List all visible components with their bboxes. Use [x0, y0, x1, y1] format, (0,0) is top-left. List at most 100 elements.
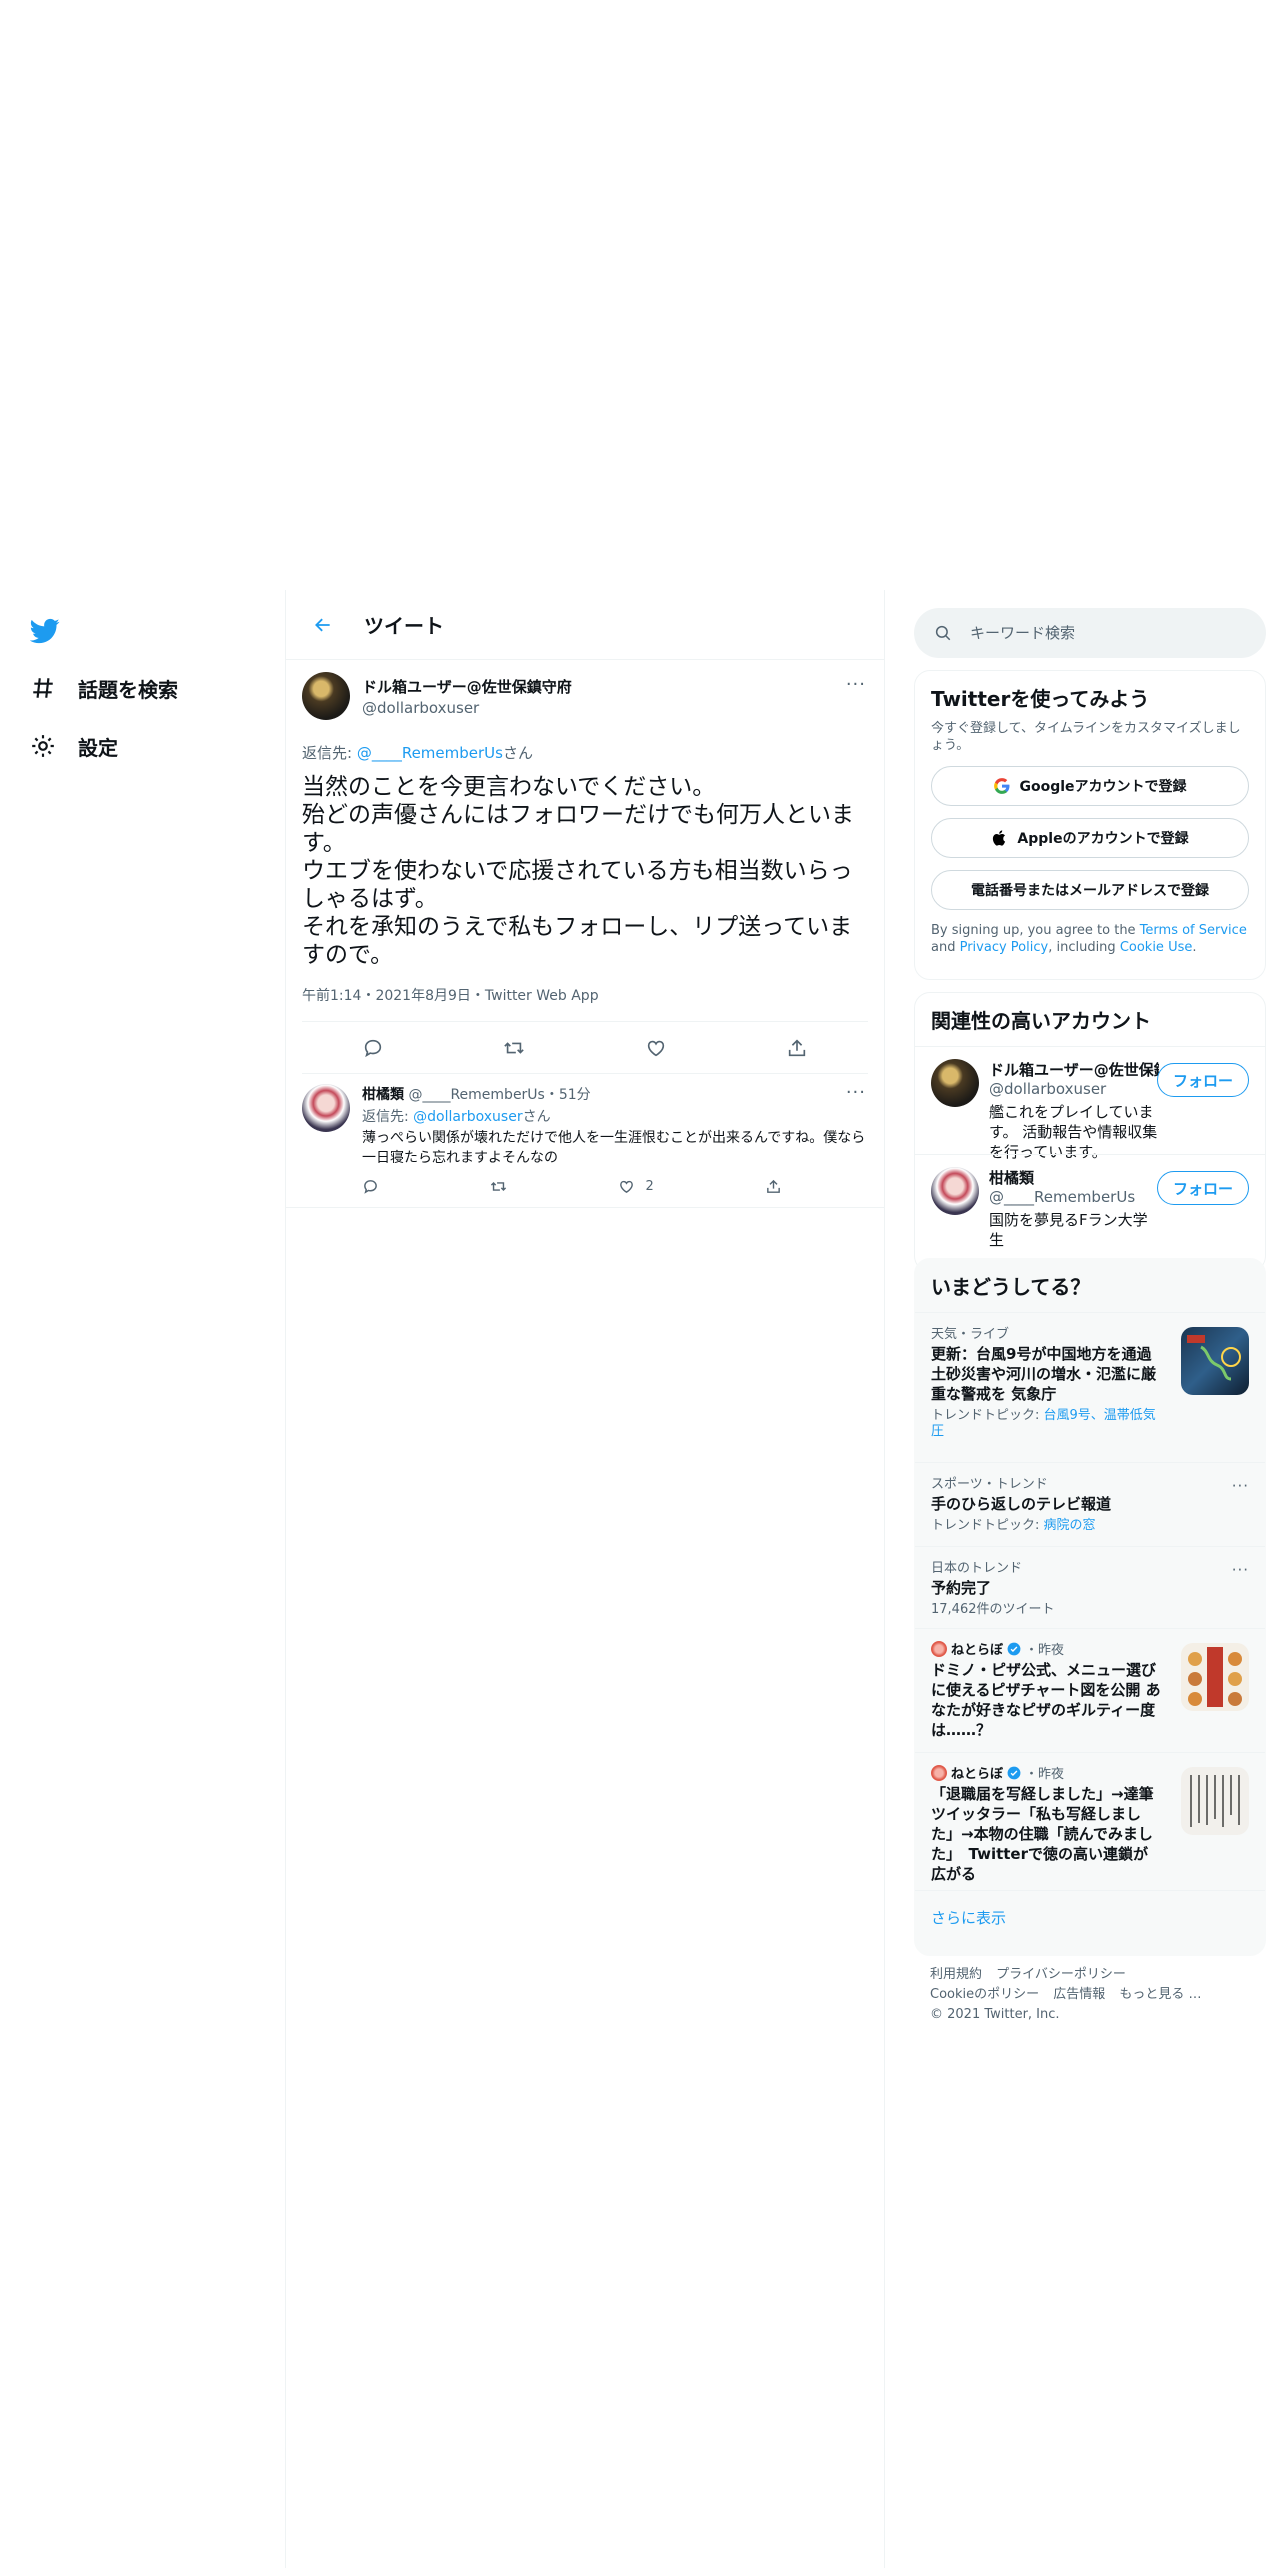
trend-meta: 日本のトレンド: [931, 1561, 1023, 1576]
more-options-icon[interactable]: ···: [846, 1082, 866, 1103]
author-name[interactable]: ドル箱ユーザー@佐世保鎮守府: [362, 676, 572, 697]
retweet-icon: [491, 1181, 507, 1192]
phone-email-signup-button[interactable]: 電話番号またはメールアドレスで登録: [931, 870, 1249, 910]
privacy-policy-link[interactable]: Privacy Policy: [960, 940, 1049, 955]
reply-to-handle-link[interactable]: @____RememberUs: [357, 744, 503, 762]
nav-explore[interactable]: 話題を検索: [30, 668, 178, 708]
trend-title: 更新：台風9号が中国地方を通過 土砂災害や河川の増水・氾濫に厳重な警戒を 気象庁: [931, 1345, 1157, 1403]
account-handle[interactable]: @dollarboxuser: [989, 1080, 1159, 1098]
reply-author-handle-time[interactable]: @____RememberUs・51分: [408, 1087, 590, 1103]
show-more-link[interactable]: さらに表示: [915, 1890, 1265, 1944]
avatar[interactable]: [931, 1059, 979, 1107]
news-image-pizza-chart: [1181, 1643, 1249, 1711]
footer-copyright: © 2021 Twitter, Inc.: [930, 2007, 1060, 2022]
share-button[interactable]: [765, 1178, 782, 1195]
retweet-button[interactable]: [503, 1037, 525, 1059]
show-more-label[interactable]: さらに表示: [931, 1909, 1006, 1927]
more-options-icon[interactable]: ···: [846, 674, 866, 695]
terms-text-2: and: [931, 940, 960, 955]
apple-signup-button[interactable]: Appleのアカウントで登録: [931, 818, 1249, 858]
related-accounts-card: 関連性の高いアカウント ドル箱ユーザー@佐世保鎮守府 @dollarboxuse…: [914, 992, 1266, 1272]
trend-image-weather-map: [1181, 1327, 1249, 1395]
tweet-timestamp[interactable]: 午前1:14・2021年8月9日・Twitter Web App: [302, 985, 868, 1022]
terms-of-service-link[interactable]: Terms of Service: [1140, 923, 1247, 938]
follow-button[interactable]: フォロー: [1157, 1171, 1249, 1205]
signup-card: Twitterを使ってみよう 今すぐ登録して、タイムラインをカスタマイズしましょ…: [914, 670, 1266, 980]
news-item[interactable]: ねとらぼ ・昨夜 「退職届を写経しました」→達筆ツイッタラー「私も写経しました」…: [915, 1752, 1265, 1890]
footer-cookie-link[interactable]: Cookieのポリシー: [930, 1987, 1039, 2002]
avatar[interactable]: [302, 672, 350, 720]
trend-sub: トレンドトピック: 台風9号、温帯低気圧: [931, 1408, 1161, 1440]
trend-sub: 17,462件のツイート: [931, 1602, 1055, 1617]
trend-sub-prefix: トレンドトピック:: [931, 1518, 1044, 1533]
share-icon: [789, 1038, 806, 1056]
reply-author-name[interactable]: 柑橘類: [362, 1087, 404, 1103]
trend-item[interactable]: 天気・ライブ 更新：台風9号が中国地方を通過 土砂災害や河川の増水・氾濫に厳重な…: [915, 1312, 1265, 1462]
news-time: ・昨夜: [1025, 1767, 1065, 1782]
search-bar[interactable]: [914, 608, 1266, 658]
reply-button[interactable]: [362, 1178, 379, 1195]
footer-privacy-link[interactable]: プライバシーポリシー: [996, 1967, 1126, 1982]
nav-settings[interactable]: 設定: [30, 726, 118, 766]
tweet-detail-column: ツイート ドル箱ユーザー@佐世保鎮守府 @dollarboxuser ··· 返…: [285, 590, 885, 2568]
trend-item[interactable]: スポーツ・トレンド 手のひら返しのテレビ報道 トレンドトピック: 病院の窓 ··…: [915, 1462, 1265, 1546]
more-options-icon[interactable]: ···: [1232, 1561, 1249, 1579]
verified-badge-icon: [1007, 1766, 1021, 1779]
search-icon: [935, 625, 951, 641]
reply-to-line: 返信先: @dollarboxuserさん: [362, 1106, 868, 1126]
footer-more-link[interactable]: もっと見る …: [1119, 1987, 1201, 2002]
source-avatar: [931, 1764, 947, 1781]
reply-to-handle-link[interactable]: @dollarboxuser: [413, 1109, 522, 1125]
footer-ads-link[interactable]: 広告情報: [1053, 1987, 1105, 2002]
like-count: 2: [645, 1179, 654, 1194]
heart-icon: [647, 1040, 664, 1056]
more-options-icon[interactable]: ···: [1232, 1477, 1249, 1495]
news-title: ドミノ・ピザ公式、メニュー選びに使えるピザチャート図を公開 あなたが好きなピザの…: [931, 1661, 1161, 1739]
google-icon: [994, 778, 1010, 794]
google-signup-label: Googleアカウントで登録: [1019, 779, 1187, 795]
reply-to-suffix: さん: [522, 1109, 551, 1125]
account-item[interactable]: ドル箱ユーザー@佐世保鎮守府 @dollarboxuser 艦これをプレイしてい…: [915, 1046, 1265, 1161]
trend-title: 予約完了: [931, 1579, 992, 1597]
avatar[interactable]: [302, 1084, 350, 1132]
avatar[interactable]: [931, 1167, 979, 1215]
trend-topic-link[interactable]: 病院の窓: [1044, 1518, 1096, 1533]
search-input[interactable]: [970, 624, 1230, 642]
trend-title: 手のひら返しのテレビ報道: [931, 1495, 1112, 1513]
nav-explore-label: 話題を検索: [78, 677, 178, 702]
footer-terms-link[interactable]: 利用規約: [930, 1967, 982, 1982]
account-item[interactable]: 柑橘類 @____RememberUs 国防を夢見るFラン大学生 フォロー: [915, 1154, 1265, 1254]
reply-tweet[interactable]: 柑橘類 @____RememberUs・51分 返信先: @dollarboxu…: [286, 1074, 884, 1208]
source-avatar: [931, 1640, 947, 1657]
nav-settings-label: 設定: [78, 735, 118, 760]
reply-to-prefix: 返信先:: [302, 744, 357, 762]
like-button[interactable]: 2: [618, 1178, 654, 1195]
like-button[interactable]: [645, 1037, 667, 1059]
retweet-icon: [504, 1041, 525, 1054]
cookie-use-link[interactable]: Cookie Use: [1120, 940, 1193, 955]
trend-sub-prefix: トレンドトピック:: [931, 1408, 1044, 1423]
share-button[interactable]: [786, 1037, 808, 1059]
arrow-left-icon: [315, 618, 330, 631]
back-button[interactable]: [306, 608, 340, 642]
trend-sub: トレンドトピック: 病院の窓: [931, 1518, 1249, 1534]
page-title: ツイート: [364, 614, 444, 638]
main-tweet: ドル箱ユーザー@佐世保鎮守府 @dollarboxuser ··· 返信先: @…: [286, 660, 884, 1074]
news-source-name: ねとらぼ: [951, 1643, 1004, 1658]
author-handle[interactable]: @dollarboxuser: [362, 699, 572, 717]
account-name[interactable]: ドル箱ユーザー@佐世保鎮守府: [989, 1059, 1159, 1080]
twitter-logo-icon[interactable]: [29, 616, 64, 646]
account-bio: 国防を夢見るFラン大学生: [989, 1211, 1148, 1249]
news-item[interactable]: ねとらぼ ・昨夜 ドミノ・ピザ公式、メニュー選びに使えるピザチャート図を公開 あ…: [915, 1628, 1265, 1752]
apple-icon: [993, 830, 1006, 846]
follow-button[interactable]: フォロー: [1157, 1063, 1249, 1097]
reply-button[interactable]: [362, 1037, 384, 1059]
account-name[interactable]: 柑橘類: [989, 1167, 1159, 1188]
tweet-text: 当然のことを今更言わないでください。 殆どの声優さんにはフォロワーだけでも何万人…: [302, 774, 854, 968]
google-signup-button[interactable]: Googleアカウントで登録: [931, 766, 1249, 806]
reply-to-suffix: さん: [502, 744, 533, 762]
retweet-button[interactable]: [490, 1178, 507, 1195]
account-handle[interactable]: @____RememberUs: [989, 1188, 1159, 1206]
trend-item[interactable]: 日本のトレンド 予約完了 17,462件のツイート ···: [915, 1546, 1265, 1628]
news-image-calligraphy: [1181, 1767, 1249, 1835]
